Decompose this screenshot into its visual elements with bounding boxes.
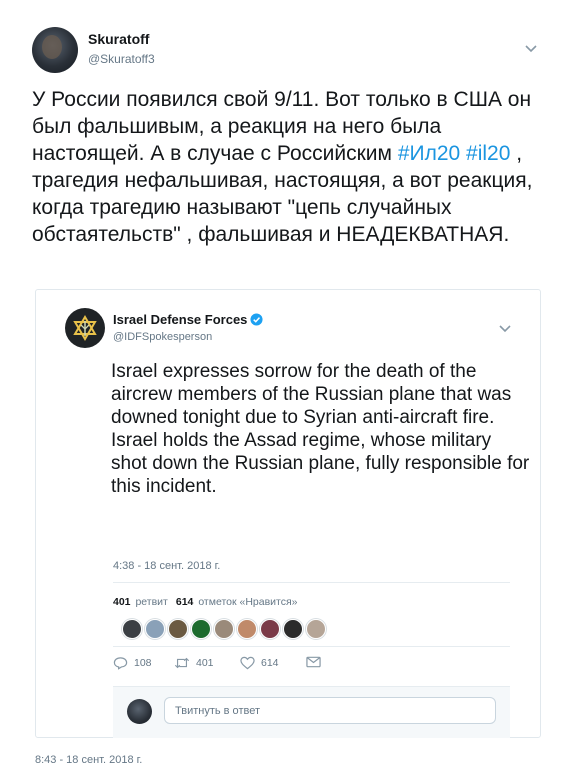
author-name[interactable]: Skuratoff <box>88 31 149 47</box>
quoted-timestamp[interactable]: 4:38 - 18 сент. 2018 г. <box>113 560 220 572</box>
hashtag-il20-cyrillic[interactable]: #Ил20 <box>398 142 460 165</box>
liker-avatar[interactable] <box>122 619 142 639</box>
liker-avatar[interactable] <box>191 619 211 639</box>
author-handle[interactable]: @Skuratoff3 <box>88 52 155 66</box>
retweet-count: 401 <box>196 657 214 669</box>
chevron-down-icon[interactable] <box>524 41 538 55</box>
divider <box>113 646 510 647</box>
like-button[interactable]: 614 <box>240 656 279 670</box>
quoted-author-handle[interactable]: @IDFSpokesperson <box>113 331 212 343</box>
engagement-stats: 401 ретвит 614 отметок «Нравится» <box>113 596 298 608</box>
quoted-tweet-text: Israel expresses sorrow for the death of… <box>111 361 530 497</box>
retweets-label[interactable]: ретвит <box>135 596 167 608</box>
author-avatar[interactable] <box>32 27 78 73</box>
quoted-author-name-text: Israel Defense Forces <box>113 312 248 327</box>
liker-avatar[interactable] <box>237 619 257 639</box>
reply-count: 108 <box>134 657 152 669</box>
liker-avatar[interactable] <box>214 619 234 639</box>
likes-label[interactable]: отметок «Нравится» <box>198 596 297 608</box>
current-user-avatar <box>127 699 152 724</box>
quoted-author-name[interactable]: Israel Defense Forces <box>113 312 263 327</box>
liker-avatar[interactable] <box>306 619 326 639</box>
liker-avatar[interactable] <box>168 619 188 639</box>
liker-avatar[interactable] <box>145 619 165 639</box>
liker-avatar[interactable] <box>283 619 303 639</box>
like-count: 614 <box>261 657 279 669</box>
direct-message-button[interactable] <box>306 656 321 668</box>
reply-input[interactable] <box>164 697 496 724</box>
liker-avatar[interactable] <box>260 619 280 639</box>
idf-avatar[interactable] <box>65 308 105 348</box>
heart-icon <box>240 656 255 670</box>
hashtag-il20-latin[interactable]: #il20 <box>466 142 510 165</box>
embedded-tweet[interactable]: Israel Defense Forces @IDFSpokesperson I… <box>35 289 541 738</box>
likes-count[interactable]: 614 <box>176 596 194 608</box>
idf-emblem-icon <box>73 315 97 341</box>
verified-badge-icon <box>250 313 263 326</box>
reply-button[interactable]: 108 <box>113 656 152 670</box>
divider <box>113 582 510 583</box>
reply-icon <box>113 657 128 670</box>
retweet-button[interactable]: 401 <box>174 656 214 670</box>
tweet-timestamp[interactable]: 8:43 - 18 сент. 2018 г. <box>35 754 142 766</box>
tweet-text: У России появился свой 9/11. Вот только … <box>32 86 552 248</box>
retweet-icon <box>174 657 190 669</box>
reply-composer <box>113 686 510 738</box>
retweets-count[interactable]: 401 <box>113 596 131 608</box>
chevron-down-icon[interactable] <box>498 321 512 335</box>
envelope-icon <box>306 656 321 668</box>
